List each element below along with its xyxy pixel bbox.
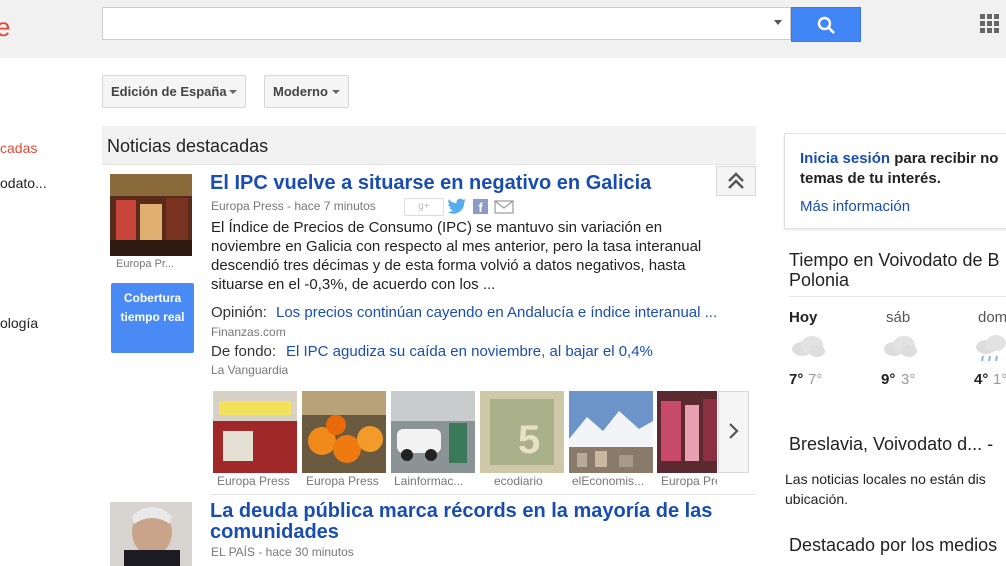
strip-caption[interactable]: Lainformac...	[394, 474, 480, 488]
strip-image[interactable]: 5	[480, 391, 564, 473]
article-thumbnail[interactable]	[110, 174, 192, 256]
related-link[interactable]: Los precios continúan cayendo en Andaluc…	[276, 304, 717, 321]
weather-title[interactable]: Tiempo en Voivodato de B	[789, 250, 999, 271]
strip-image[interactable]	[569, 391, 653, 473]
weather-low: 3°	[901, 371, 916, 388]
edition-dropdown[interactable]: Edición de España	[102, 75, 246, 108]
local-title[interactable]: Breslavia, Voivodato d... -	[789, 434, 993, 455]
twitter-icon[interactable]	[447, 198, 467, 215]
local-notice: Las noticias locales no están dis	[785, 471, 986, 487]
strip-caption[interactable]: Europa Press	[306, 474, 392, 488]
section-title: Noticias destacadas	[107, 136, 269, 156]
nav-item-featured[interactable]: cadas	[0, 140, 37, 156]
related-link[interactable]: El IPC agudiza su caída en noviembre, al…	[286, 343, 653, 360]
strip-caption[interactable]: Europa Pre...	[661, 474, 717, 488]
weather-low: 7°	[808, 371, 823, 388]
strip-caption[interactable]: elEconomis...	[572, 474, 658, 488]
article-snippet: El Índice de Precios de Consumo (IPC) se…	[211, 219, 702, 293]
cloud-icon	[792, 336, 825, 357]
related-label: Opinión:	[211, 304, 267, 321]
local-notice-line2: ubicación.	[785, 491, 849, 507]
article-meta: Europa Press - hace 7 minutos	[211, 199, 376, 213]
search-button[interactable]	[791, 7, 861, 42]
mode-label: Moderno	[273, 84, 328, 99]
strip-image[interactable]	[213, 391, 297, 473]
featured-title: Destacado por los medios	[789, 535, 998, 555]
chevron-down-icon	[229, 90, 237, 94]
collapse-button[interactable]	[716, 166, 756, 196]
logo[interactable]: e	[0, 12, 10, 43]
strip-caption[interactable]: ecodiario	[494, 474, 580, 488]
article-thumbnail[interactable]	[110, 502, 192, 566]
search-icon	[817, 16, 835, 34]
article-title-line2[interactable]: comunidades	[210, 521, 339, 544]
article-meta: EL PAÍS - hace 30 minutos	[211, 545, 354, 559]
signin-line1: Inicia sesión para recibir no	[800, 150, 998, 167]
weather-day: Hoy	[789, 309, 818, 326]
article-divider	[210, 494, 756, 495]
article-title[interactable]: La deuda pública marca récords en la may…	[210, 500, 712, 523]
thumbnail-caption: Europa Pr...	[116, 258, 175, 270]
search-dropdown-icon[interactable]	[774, 20, 782, 25]
weather-high: 9°	[881, 371, 896, 388]
email-icon[interactable]	[494, 200, 514, 214]
section-header: Noticias destacadas	[102, 126, 756, 165]
nav-item-technology[interactable]: ología	[0, 315, 38, 331]
signin-line2: temas de tu interés.	[800, 170, 941, 187]
strip-caption[interactable]: Europa Press	[217, 474, 303, 488]
facebook-icon[interactable]: f	[473, 199, 488, 215]
article-title[interactable]: El IPC vuelve a situarse en negativo en …	[210, 172, 651, 195]
rain-cloud-icon	[976, 335, 1006, 362]
realtime-coverage-button[interactable]: Cobertura tiempo real	[111, 283, 194, 353]
search-input[interactable]	[109, 8, 753, 40]
chevron-down-icon	[332, 90, 340, 94]
apps-grid-icon[interactable]	[980, 14, 1000, 34]
signin-link[interactable]: Inicia sesión	[800, 150, 890, 167]
google-plus-icon[interactable]: g+	[404, 198, 444, 216]
top-bar: e	[0, 0, 1006, 58]
mode-dropdown[interactable]: Moderno	[264, 75, 349, 108]
strip-image[interactable]	[302, 391, 386, 473]
more-info-link[interactable]: Más información	[800, 198, 910, 215]
weather-day: sáb	[886, 309, 911, 326]
strip-next-button[interactable]	[718, 391, 749, 473]
weather-low: 1°	[993, 371, 1006, 388]
edition-label: Edición de España	[111, 84, 227, 99]
weather-high: 4°	[974, 371, 989, 388]
signin-card: Inicia sesión para recibir no temas de t…	[784, 133, 1006, 229]
strip-image[interactable]	[391, 391, 475, 473]
svg-text:5: 5	[518, 418, 540, 462]
related-label: De fondo:	[211, 343, 277, 360]
chevron-right-icon	[729, 423, 739, 439]
related-source[interactable]: Finanzas.com	[211, 325, 286, 339]
double-chevron-up-icon	[728, 172, 744, 189]
strip-image[interactable]	[657, 391, 717, 473]
weather-high: 7°	[789, 371, 804, 388]
related-source[interactable]: La Vanguardia	[211, 363, 288, 377]
person-image	[110, 502, 192, 566]
cloud-icon	[884, 336, 917, 357]
weather-divider	[789, 296, 1006, 297]
nav-item-local[interactable]: odato...	[0, 175, 47, 191]
market-image	[110, 174, 192, 256]
weather-title-line2[interactable]: Polonia	[789, 270, 849, 291]
weather-day: dom	[978, 309, 1006, 326]
search-box[interactable]	[102, 7, 791, 40]
signin-text: para recibir no	[890, 150, 999, 167]
